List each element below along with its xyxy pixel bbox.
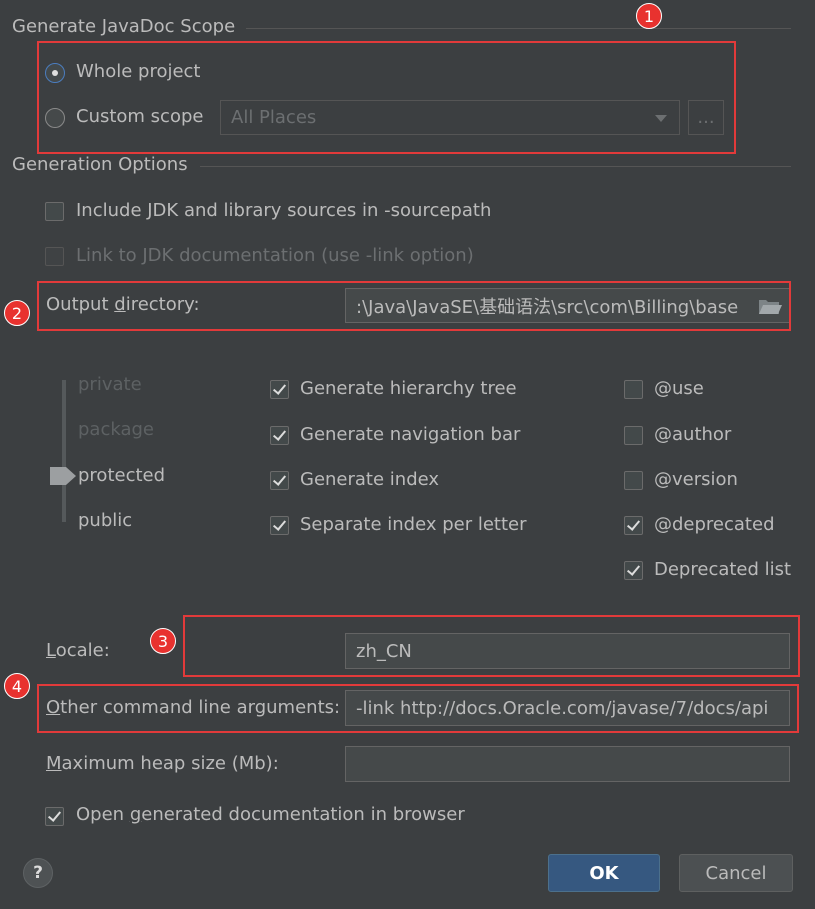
author-tag-label: @author (654, 424, 732, 445)
check-icon (626, 517, 641, 531)
check-icon (626, 562, 641, 576)
visibility-protected[interactable]: protected (78, 465, 165, 486)
options-section-title: Generation Options (12, 154, 188, 175)
visibility-slider-thumb[interactable] (50, 467, 76, 485)
deprecated-tag-checkbox[interactable] (624, 516, 643, 535)
annotation-box-2 (37, 281, 791, 331)
open-browser-checkbox[interactable] (45, 807, 64, 826)
check-icon (47, 808, 62, 822)
check-icon (272, 427, 287, 441)
check-icon (272, 472, 287, 486)
annotation-box-4 (37, 684, 799, 733)
annotation-box-1 (37, 41, 736, 154)
version-tag-checkbox[interactable] (624, 471, 643, 490)
visibility-private[interactable]: private (78, 374, 142, 395)
deprecated-list-label: Deprecated list (654, 559, 792, 580)
navigation-bar-label: Generate navigation bar (300, 424, 521, 445)
heap-field[interactable] (345, 746, 790, 782)
hierarchy-tree-label: Generate hierarchy tree (300, 378, 517, 399)
open-browser-label: Open generated documentation in browser (76, 804, 465, 825)
author-tag-checkbox[interactable] (624, 426, 643, 445)
navigation-bar-checkbox[interactable] (270, 426, 289, 445)
use-tag-checkbox[interactable] (624, 380, 643, 399)
annotation-box-3 (183, 615, 800, 677)
use-tag-label: @use (654, 378, 704, 399)
version-tag-label: @version (654, 469, 738, 490)
check-icon (272, 381, 287, 395)
link-jdk-label: Link to JDK documentation (use -link opt… (76, 245, 474, 266)
locale-label: Locale: (46, 640, 110, 661)
visibility-package[interactable]: package (78, 419, 154, 440)
annotation-badge-2: 2 (4, 300, 30, 326)
scope-section-title: Generate JavaDoc Scope (12, 16, 236, 37)
annotation-badge-3: 3 (150, 628, 176, 654)
generate-index-label: Generate index (300, 469, 440, 490)
deprecated-tag-label: @deprecated (654, 514, 775, 535)
link-jdk-checkbox[interactable] (45, 247, 64, 266)
help-icon[interactable]: ? (23, 858, 53, 888)
hierarchy-tree-checkbox[interactable] (270, 380, 289, 399)
options-separator (200, 166, 791, 167)
visibility-public[interactable]: public (78, 510, 132, 531)
separate-index-label: Separate index per letter (300, 514, 527, 535)
separate-index-checkbox[interactable] (270, 516, 289, 535)
deprecated-list-checkbox[interactable] (624, 561, 643, 580)
include-jdk-label: Include JDK and library sources in -sour… (76, 200, 492, 221)
check-icon (272, 517, 287, 531)
ok-button[interactable]: OK (548, 854, 660, 892)
annotation-badge-4: 4 (4, 673, 30, 699)
include-jdk-checkbox[interactable] (45, 202, 64, 221)
annotation-badge-1: 1 (636, 3, 662, 29)
visibility-slider-track[interactable] (62, 380, 66, 522)
scope-separator (246, 28, 791, 29)
heap-label: Maximum heap size (Mb): (46, 753, 279, 774)
generate-index-checkbox[interactable] (270, 471, 289, 490)
cancel-button[interactable]: Cancel (679, 854, 793, 892)
